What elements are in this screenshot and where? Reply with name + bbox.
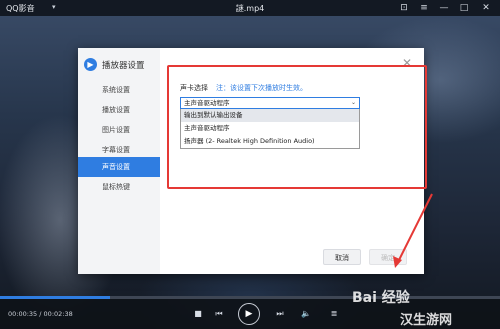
play-button[interactable]: ▶ [238, 303, 260, 325]
stop-icon[interactable]: ■ [192, 308, 204, 320]
playlist-icon[interactable]: ≣ [328, 308, 340, 320]
time-readout: 00:00:35 / 00:02:38 [8, 310, 73, 318]
time-current: 00:00:35 [8, 310, 38, 318]
volume-icon[interactable]: 🔈 [300, 308, 312, 320]
time-total: 00:02:38 [43, 310, 73, 318]
watermark-baidu: Bai 经验 [352, 290, 410, 306]
next-icon[interactable]: ⏭ [274, 308, 286, 320]
previous-icon[interactable]: ⏮ [213, 308, 225, 320]
annotation-arrow-icon [393, 193, 433, 268]
watermark-site: 汉生游网 [400, 313, 453, 328]
